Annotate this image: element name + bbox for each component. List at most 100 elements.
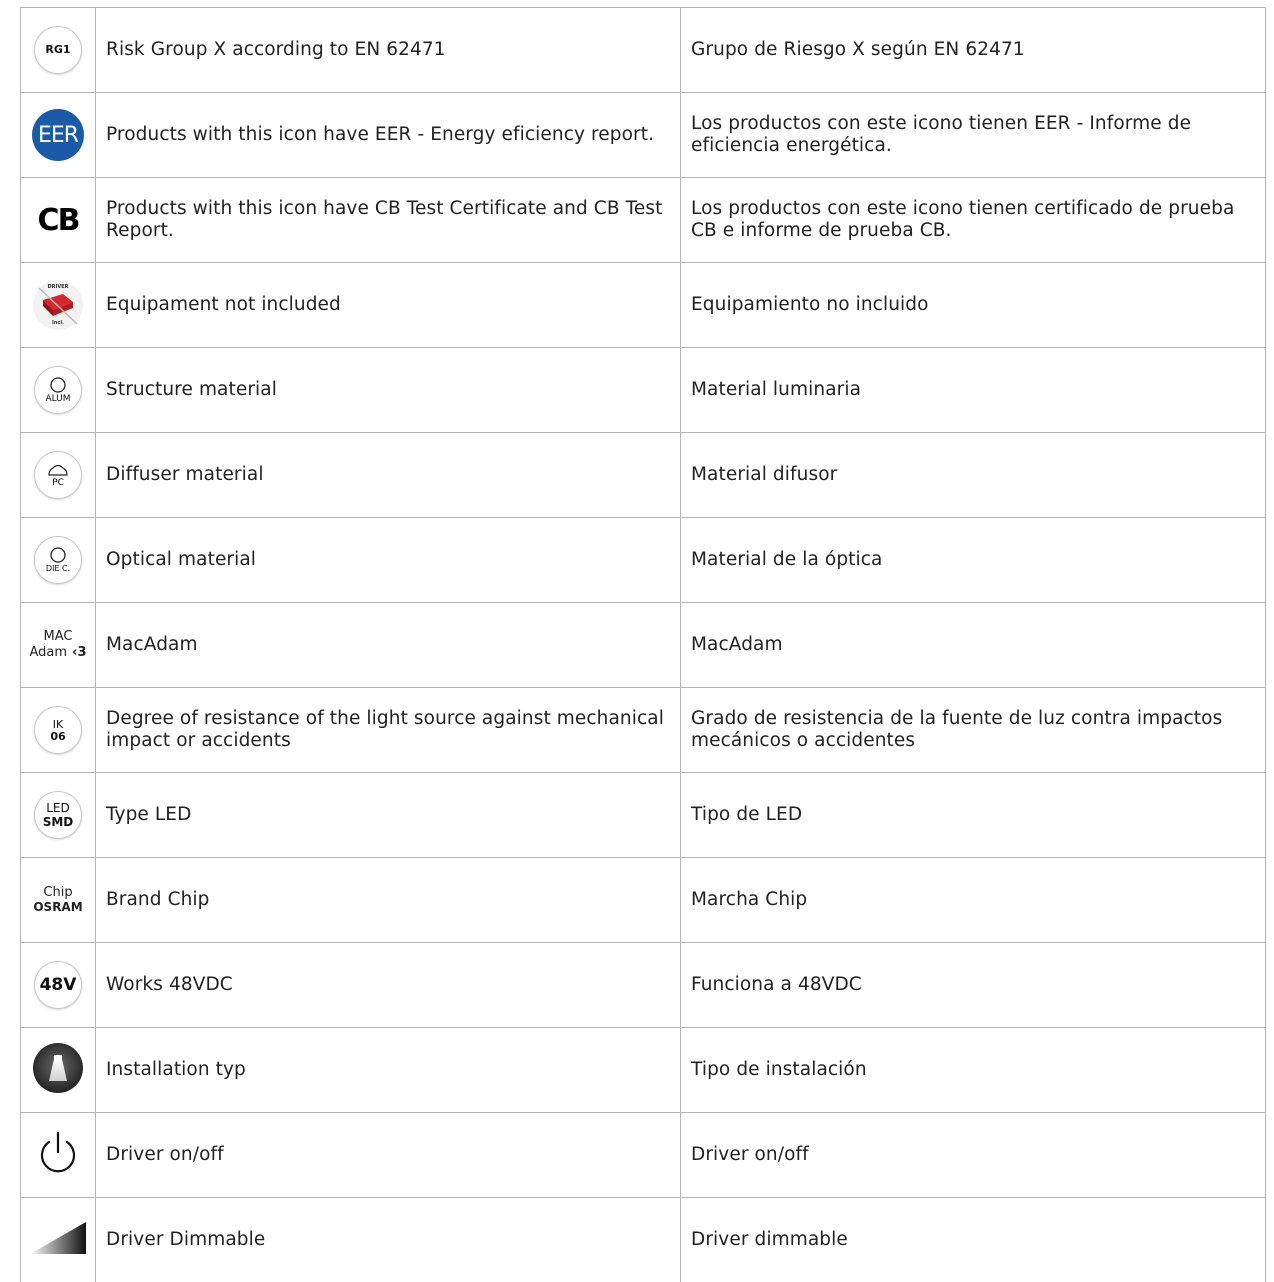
table-row: Installation typ Tipo de instalación — [21, 1028, 1266, 1113]
english-description: Works 48VDC — [96, 974, 680, 996]
english-description: Degree of resistance of the light source… — [96, 708, 680, 752]
diffuser-material-icon: PC — [34, 451, 82, 499]
english-cell: Brand Chip — [96, 858, 681, 943]
english-cell: Installation typ — [96, 1028, 681, 1113]
icon-cell: DRIVER Incl. — [21, 263, 96, 348]
spanish-cell: Driver on/off — [681, 1113, 1266, 1198]
table-row: Driver on/off Driver on/off — [21, 1113, 1266, 1198]
spanish-cell: Grado de resistencia de la fuente de luz… — [681, 688, 1266, 773]
spanish-cell: Marcha Chip — [681, 858, 1266, 943]
icon-cell: LED SMD — [21, 773, 96, 858]
spanish-cell: Material de la óptica — [681, 518, 1266, 603]
icon-cell — [21, 1113, 96, 1198]
icon-cell — [21, 1198, 96, 1282]
english-cell: Driver on/off — [96, 1113, 681, 1198]
spanish-description: Driver dimmable — [681, 1229, 1265, 1251]
table-row: RG1 Risk Group X according to EN 62471 G… — [21, 8, 1266, 93]
english-cell: Equipament not included — [96, 263, 681, 348]
table-row: EER Products with this icon have EER - E… — [21, 93, 1266, 178]
spanish-description: Material luminaria — [681, 379, 1265, 401]
icon-legend-table: RG1 Risk Group X according to EN 62471 G… — [20, 7, 1266, 1282]
spanish-description: Material difusor — [681, 464, 1265, 486]
spanish-cell: Material luminaria — [681, 348, 1266, 433]
english-description: MacAdam — [96, 634, 680, 656]
table-row: IK 06 Degree of resistance of the light … — [21, 688, 1266, 773]
spanish-description: Los productos con este icono tienen EER … — [681, 113, 1265, 157]
rg1-badge-icon: RG1 — [34, 26, 82, 74]
english-description: Brand Chip — [96, 889, 680, 911]
english-description: Optical material — [96, 549, 680, 571]
english-cell: Structure material — [96, 348, 681, 433]
spanish-description: Marcha Chip — [681, 889, 1265, 911]
english-description: Driver Dimmable — [96, 1229, 680, 1251]
icon-cell: RG1 — [21, 8, 96, 93]
english-description: Diffuser material — [96, 464, 680, 486]
spanish-cell: Grupo de Riesgo X según EN 62471 — [681, 8, 1266, 93]
eer-badge-icon: EER — [32, 109, 84, 161]
icon-cell: MAC Adam ‹3 — [21, 603, 96, 688]
spanish-description: Material de la óptica — [681, 549, 1265, 571]
spanish-description: Funciona a 48VDC — [681, 974, 1265, 996]
led-type-icon: LED SMD — [34, 791, 82, 839]
icon-cell: EER — [21, 93, 96, 178]
macadam-icon: MAC Adam ‹3 — [29, 630, 86, 660]
spanish-description: Grupo de Riesgo X según EN 62471 — [681, 39, 1265, 61]
cb-mark-icon: CB — [38, 203, 79, 238]
table-row: CB Products with this icon have CB Test … — [21, 178, 1266, 263]
spanish-cell: Tipo de instalación — [681, 1028, 1266, 1113]
table-row: LED SMD Type LED Tipo de LED — [21, 773, 1266, 858]
structure-material-icon: ALUM — [34, 366, 82, 414]
table-row: MAC Adam ‹3 MacAdam MacAdam — [21, 603, 1266, 688]
spanish-description: Los productos con este icono tienen cert… — [681, 198, 1265, 242]
icon-cell: PC — [21, 433, 96, 518]
chip-brand-icon: Chip OSRAM — [33, 886, 82, 914]
english-description: Installation typ — [96, 1059, 680, 1081]
icon-cell: CB — [21, 178, 96, 263]
spanish-cell: Los productos con este icono tienen cert… — [681, 178, 1266, 263]
icon-cell: IK 06 — [21, 688, 96, 773]
spanish-cell: Los productos con este icono tienen EER … — [681, 93, 1266, 178]
english-cell: Diffuser material — [96, 433, 681, 518]
icon-cell: ALUM — [21, 348, 96, 433]
power-icon — [35, 1130, 81, 1180]
installation-type-icon — [32, 1042, 84, 1098]
english-description: Driver on/off — [96, 1144, 680, 1166]
table-row: 48V Works 48VDC Funciona a 48VDC — [21, 943, 1266, 1028]
spanish-description: Driver on/off — [681, 1144, 1265, 1166]
optical-material-icon: DIE C. — [34, 536, 82, 584]
english-cell: Products with this icon have EER - Energ… — [96, 93, 681, 178]
english-description: Type LED — [96, 804, 680, 826]
english-cell: Type LED — [96, 773, 681, 858]
icon-cell: 48V — [21, 943, 96, 1028]
table-row: Chip OSRAM Brand Chip Marcha Chip — [21, 858, 1266, 943]
icon-cell: Chip OSRAM — [21, 858, 96, 943]
table-row: Driver Dimmable Driver dimmable — [21, 1198, 1266, 1282]
english-cell: Optical material — [96, 518, 681, 603]
ik-rating-icon: IK 06 — [34, 706, 82, 754]
english-description: Products with this icon have CB Test Cer… — [96, 198, 680, 242]
dimmable-ramp-icon — [28, 1220, 88, 1260]
spanish-description: Tipo de LED — [681, 804, 1265, 826]
spanish-description: Grado de resistencia de la fuente de luz… — [681, 708, 1265, 752]
spanish-cell: Driver dimmable — [681, 1198, 1266, 1282]
spanish-description: Equipamiento no incluido — [681, 294, 1265, 316]
english-cell: Works 48VDC — [96, 943, 681, 1028]
driver-not-included-icon: DRIVER Incl. — [33, 280, 83, 330]
spanish-cell: Tipo de LED — [681, 773, 1266, 858]
english-description: Structure material — [96, 379, 680, 401]
english-cell: Degree of resistance of the light source… — [96, 688, 681, 773]
table-row: DRIVER Incl. Equipament not included Equ… — [21, 263, 1266, 348]
english-cell: Risk Group X according to EN 62471 — [96, 8, 681, 93]
english-description: Equipament not included — [96, 294, 680, 316]
spanish-description: Tipo de instalación — [681, 1059, 1265, 1081]
english-cell: MacAdam — [96, 603, 681, 688]
english-cell: Products with this icon have CB Test Cer… — [96, 178, 681, 263]
table-row: ALUM Structure material Material luminar… — [21, 348, 1266, 433]
english-description: Products with this icon have EER - Energ… — [96, 124, 680, 146]
icon-cell — [21, 1028, 96, 1113]
icon-cell: DIE C. — [21, 518, 96, 603]
spanish-cell: MacAdam — [681, 603, 1266, 688]
spanish-cell: Material difusor — [681, 433, 1266, 518]
spanish-cell: Funciona a 48VDC — [681, 943, 1266, 1028]
table-row: PC Diffuser material Material difusor — [21, 433, 1266, 518]
